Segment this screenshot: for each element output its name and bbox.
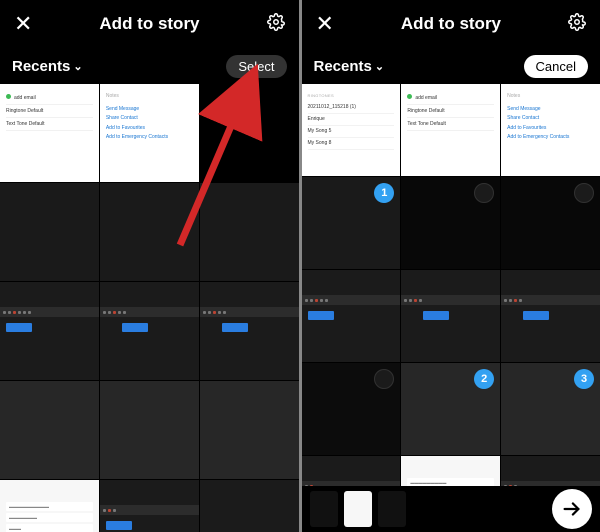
grid-thumb-selected[interactable]: 2 bbox=[401, 363, 500, 455]
thumb-text: Add to Emergency Contacts bbox=[507, 133, 594, 143]
selection-badge: 2 bbox=[474, 369, 494, 389]
grid-thumb[interactable] bbox=[401, 270, 500, 362]
thumb-text: Default bbox=[27, 108, 43, 114]
album-picker[interactable]: Recents ⌄ bbox=[314, 58, 385, 75]
thumb-text: My Song 8 bbox=[308, 138, 395, 150]
grid-thumb[interactable] bbox=[200, 480, 299, 532]
close-icon[interactable]: ✕ bbox=[316, 13, 334, 35]
grid-thumb[interactable] bbox=[200, 282, 299, 380]
settings-icon[interactable] bbox=[568, 13, 586, 36]
grid-thumb[interactable] bbox=[501, 270, 600, 362]
thumb-text: Share Contact bbox=[106, 114, 193, 124]
grid-thumb[interactable] bbox=[200, 381, 299, 479]
grid-thumb[interactable] bbox=[302, 363, 401, 455]
album-label: Recents bbox=[314, 58, 372, 75]
phone-right: ✕ Add to story Recents ⌄ Cancel RINGTONE… bbox=[302, 0, 600, 532]
grid-thumb[interactable] bbox=[200, 84, 299, 182]
thumb-text: Ringtone bbox=[407, 108, 427, 114]
selection-tray bbox=[302, 486, 600, 532]
select-button[interactable]: Select bbox=[226, 55, 286, 78]
thumb-text: Add to Emergency Contacts bbox=[106, 133, 193, 143]
thumb-text: add email bbox=[14, 95, 36, 101]
next-button[interactable] bbox=[552, 489, 592, 529]
thumb-text: Ringtone bbox=[6, 108, 26, 114]
grid-thumb-selected[interactable]: 3 bbox=[501, 363, 600, 455]
thumb-text: Share Contact bbox=[507, 114, 594, 124]
grid-thumb[interactable] bbox=[501, 177, 600, 269]
thumb-text: Default bbox=[29, 121, 45, 127]
arrow-right-icon bbox=[561, 498, 583, 520]
subbar: Recents ⌄ Select bbox=[0, 48, 299, 84]
grid-thumb[interactable]: Notes Send Message Share Contact Add to … bbox=[100, 84, 199, 182]
thumb-text: Notes bbox=[106, 92, 193, 102]
grid-thumb[interactable] bbox=[0, 183, 99, 281]
photo-grid: add email Ringtone Default Text Tone Def… bbox=[0, 84, 299, 532]
close-icon[interactable]: ✕ bbox=[14, 13, 32, 35]
thumb-text: 20211012_115218 (1) bbox=[308, 102, 395, 114]
grid-thumb[interactable]: add email Ringtone Default Text Tone Def… bbox=[0, 84, 99, 182]
grid-thumb[interactable]: add email Ringtone Default Text Tone Def… bbox=[401, 84, 500, 176]
grid-thumb[interactable]: ▬▬▬▬▬▬▬▬▬▬ ▬▬▬▬▬▬▬ ▬▬▬ ▬▬▬▬▬ bbox=[0, 480, 99, 532]
topbar: ✕ Add to story bbox=[302, 0, 600, 48]
thumb-text: Send Message bbox=[507, 105, 594, 115]
grid-thumb[interactable] bbox=[0, 282, 99, 380]
chevron-down-icon: ⌄ bbox=[375, 60, 384, 73]
grid-thumb[interactable] bbox=[401, 177, 500, 269]
grid-thumb[interactable] bbox=[0, 381, 99, 479]
thumb-text: Enrique bbox=[308, 114, 395, 126]
page-title: Add to story bbox=[32, 14, 266, 34]
thumb-text: Notes bbox=[507, 92, 594, 102]
selection-badge: 1 bbox=[374, 183, 394, 203]
selection-badge-empty bbox=[374, 369, 394, 389]
page-title: Add to story bbox=[334, 14, 568, 34]
grid-thumb[interactable] bbox=[100, 282, 199, 380]
topbar: ✕ Add to story bbox=[0, 0, 299, 48]
thumb-text: add email bbox=[415, 95, 437, 101]
grid-thumb[interactable] bbox=[100, 381, 199, 479]
grid-thumb-selected[interactable]: 1 bbox=[302, 177, 401, 269]
phone-left: ✕ Add to story Recents ⌄ Select add emai… bbox=[0, 0, 299, 532]
settings-icon[interactable] bbox=[267, 13, 285, 36]
grid-thumb[interactable]: RINGTONES 20211012_115218 (1) Enrique My… bbox=[302, 84, 401, 176]
grid-thumb[interactable] bbox=[100, 183, 199, 281]
photo-grid: RINGTONES 20211012_115218 (1) Enrique My… bbox=[302, 84, 600, 532]
selection-badge-empty bbox=[474, 183, 494, 203]
grid-thumb[interactable] bbox=[100, 480, 199, 532]
tray-thumb[interactable] bbox=[378, 491, 406, 527]
chevron-down-icon: ⌄ bbox=[73, 60, 82, 73]
thumb-text: My Song 5 bbox=[308, 126, 395, 138]
subbar: Recents ⌄ Cancel bbox=[302, 48, 600, 84]
selection-badge-empty bbox=[574, 183, 594, 203]
thumb-text: Text Tone bbox=[6, 121, 27, 127]
thumb-text: Text Tone bbox=[407, 121, 428, 127]
grid-thumb[interactable] bbox=[200, 183, 299, 281]
thumb-text: Default bbox=[429, 108, 445, 114]
thumb-text: Add to Favourites bbox=[106, 124, 193, 134]
tray-thumb[interactable] bbox=[344, 491, 372, 527]
thumb-text: Default bbox=[430, 121, 446, 127]
album-picker[interactable]: Recents ⌄ bbox=[12, 58, 83, 75]
thumb-text: Send Message bbox=[106, 105, 193, 115]
album-label: Recents bbox=[12, 58, 70, 75]
grid-thumb[interactable]: Notes Send Message Share Contact Add to … bbox=[501, 84, 600, 176]
thumb-text: Add to Favourites bbox=[507, 124, 594, 134]
thumb-text: RINGTONES bbox=[308, 92, 395, 99]
cancel-button[interactable]: Cancel bbox=[524, 55, 588, 78]
selection-badge: 3 bbox=[574, 369, 594, 389]
grid-thumb[interactable] bbox=[302, 270, 401, 362]
tray-thumb[interactable] bbox=[310, 491, 338, 527]
